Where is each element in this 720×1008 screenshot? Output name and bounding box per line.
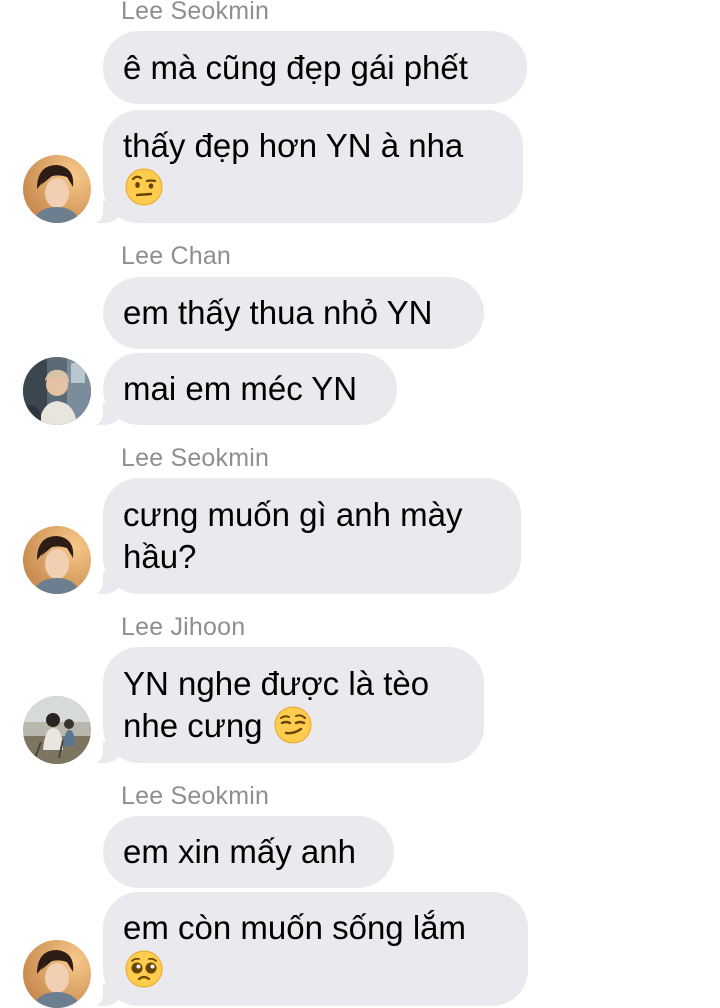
message-text: YN nghe được là tèo (123, 665, 430, 702)
avatar[interactable] (23, 696, 91, 764)
message-bubble[interactable]: ê mà cũng đẹp gái phết (103, 31, 527, 104)
message-text: nhe cưng (123, 707, 263, 744)
message-bubble[interactable]: mai em méc YN (85, 353, 397, 426)
message-text: mai em méc YN (123, 370, 358, 407)
message-bubble[interactable]: YN nghe được là tèo nhe cưng (85, 647, 484, 764)
message-text: em xin mấy anh (123, 833, 356, 870)
message-text: hầu? (123, 538, 197, 575)
sender-name: Lee Seokmin (121, 0, 270, 25)
smirking-face-emoji-icon (274, 706, 312, 744)
message-bubble[interactable]: cưng muốn gì anh mày hầu? (85, 478, 521, 595)
message-bubble[interactable]: em thấy thua nhỏ YN (103, 277, 484, 349)
message-text: cưng muốn gì anh mày (123, 496, 463, 533)
message-text: em thấy thua nhỏ YN (123, 294, 433, 331)
avatar[interactable] (23, 155, 91, 223)
sender-name: Lee Seokmin (121, 444, 270, 472)
message-text: thấy đẹp hơn YN à nha (123, 126, 464, 164)
message-text: em còn muốn sống lắm (123, 909, 467, 946)
avatar[interactable] (23, 940, 91, 1008)
avatar[interactable] (23, 357, 91, 425)
message-bubble[interactable]: em còn muốn sống lắm (85, 892, 528, 1007)
sender-name: Lee Jihoon (121, 613, 246, 641)
sender-name: Lee Chan (121, 242, 232, 270)
raised-eyebrow-emoji-icon (125, 168, 163, 206)
pleading-face-emoji-icon (125, 950, 163, 988)
sender-name: Lee Seokmin (121, 782, 270, 810)
message-text: ê mà cũng đẹp gái phết (123, 48, 468, 86)
avatar[interactable] (23, 526, 91, 594)
message-bubble[interactable]: em xin mấy anh (103, 816, 394, 888)
message-bubble[interactable]: thấy đẹp hơn YN à nha (85, 110, 523, 224)
